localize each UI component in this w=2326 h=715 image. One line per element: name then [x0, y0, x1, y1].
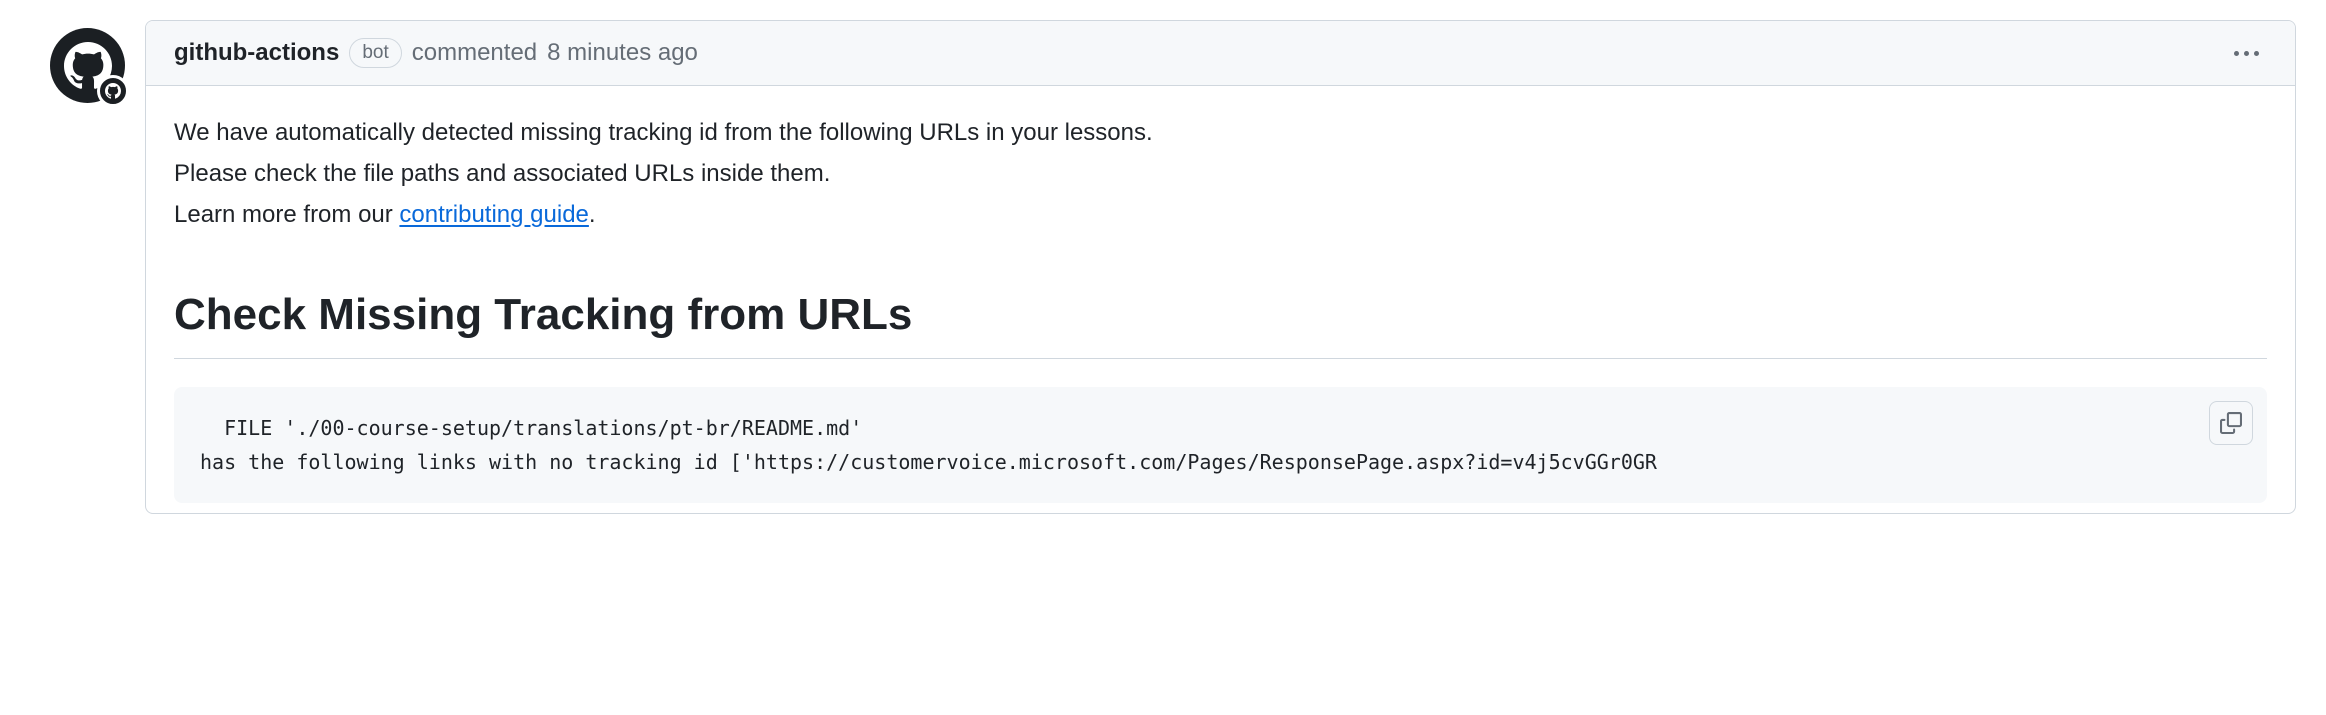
body-line-2: Please check the file paths and associat…: [174, 155, 2267, 192]
timestamp-link[interactable]: 8 minutes ago: [547, 35, 698, 71]
body-line-3-suffix: .: [589, 201, 596, 228]
body-line-3: Learn more from our contributing guide.: [174, 196, 2267, 233]
comment-header: github-actions bot commented 8 minutes a…: [146, 21, 2295, 86]
code-block: FILE './00-course-setup/translations/pt-…: [174, 387, 2267, 503]
copy-icon: [2220, 412, 2242, 434]
avatar-badge-icon: [97, 75, 129, 107]
bot-badge: bot: [349, 38, 401, 69]
comment-container: github-actions bot commented 8 minutes a…: [145, 20, 2296, 514]
section-heading: Check Missing Tracking from URLs: [174, 282, 2267, 359]
author-link[interactable]: github-actions: [174, 35, 339, 71]
contributing-guide-link[interactable]: contributing guide: [399, 201, 588, 228]
action-text: commented: [412, 35, 537, 71]
body-line-3-prefix: Learn more from our: [174, 201, 399, 228]
code-content: FILE './00-course-setup/translations/pt-…: [200, 416, 1657, 474]
comment-body: We have automatically detected missing t…: [146, 86, 2295, 513]
copy-button[interactable]: [2209, 401, 2253, 445]
body-line-1: We have automatically detected missing t…: [174, 114, 2267, 151]
comment-arrow: [145, 43, 146, 67]
author-avatar[interactable]: [50, 28, 125, 103]
kebab-menu-icon[interactable]: [2226, 43, 2267, 64]
